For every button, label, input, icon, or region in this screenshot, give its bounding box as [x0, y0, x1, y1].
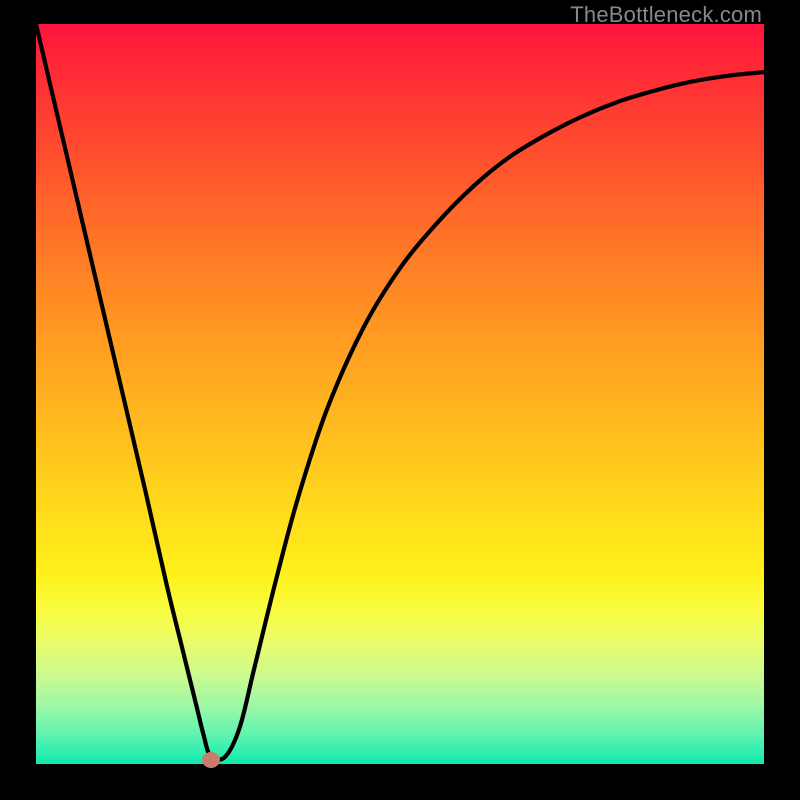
optimal-point-marker	[202, 752, 220, 768]
chart-curve-svg	[36, 24, 764, 764]
bottleneck-curve	[36, 24, 764, 760]
chart-frame: TheBottleneck.com	[0, 0, 800, 800]
chart-plot-area	[36, 24, 764, 764]
